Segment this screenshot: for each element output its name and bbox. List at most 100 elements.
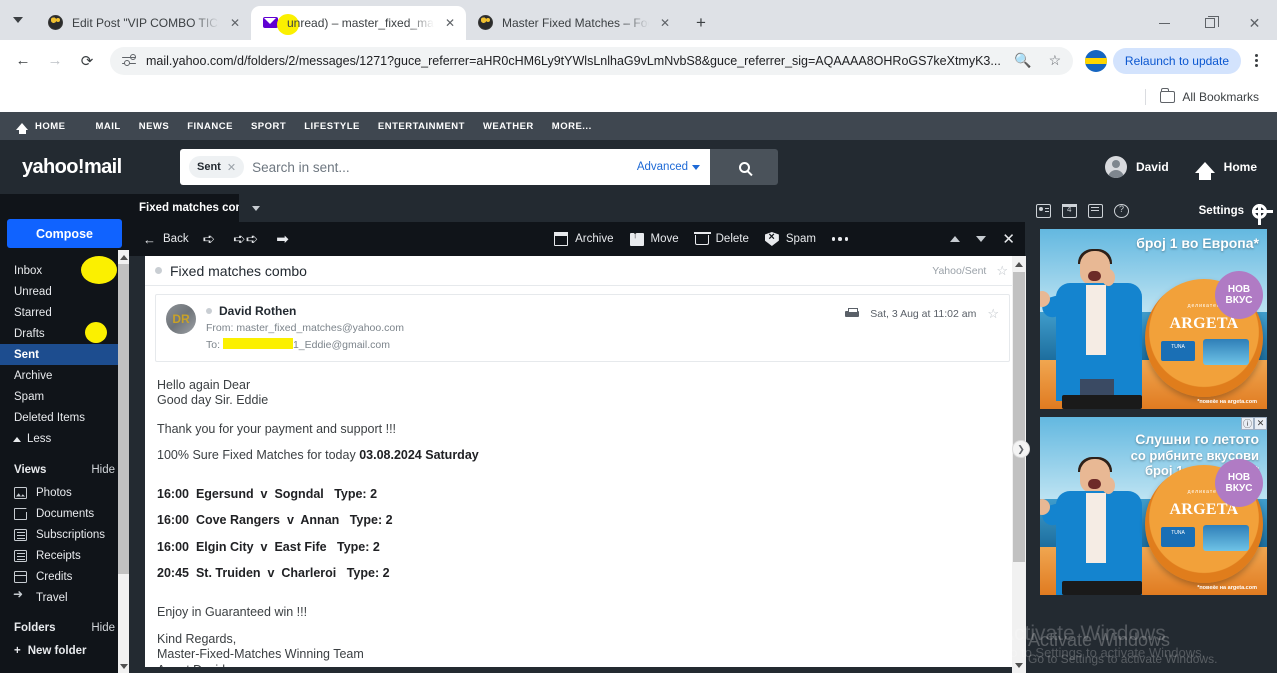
nav-item-home[interactable]: HOME (35, 121, 96, 132)
advertisement-2[interactable]: ⓘ ✕ Слушни го летото со рибните вкусови … (1040, 417, 1267, 595)
forward-button[interactable]: → (40, 46, 70, 76)
back-button[interactable]: ← Back (143, 232, 189, 247)
maximize-button[interactable] (1187, 6, 1232, 40)
nav-item-mail[interactable]: MAIL (96, 121, 139, 146)
nav-item-news[interactable]: NEWS (139, 121, 188, 132)
compose-button[interactable]: Compose (7, 219, 122, 248)
settings-button[interactable]: Settings (1199, 203, 1273, 225)
nav-item-finance[interactable]: FINANCE (187, 121, 251, 132)
move-label: Move (650, 233, 679, 245)
more-options-button[interactable] (831, 237, 849, 241)
bookmark-star-icon[interactable]: ☆ (1043, 49, 1067, 73)
sidebar-item-unread[interactable]: Unread (0, 281, 129, 302)
new-folder-button[interactable]: + New folder (0, 640, 129, 662)
close-window-button[interactable]: ✕ (1232, 6, 1277, 40)
reload-button[interactable]: ⟳ (72, 46, 102, 76)
star-icon[interactable]: ☆ (987, 306, 999, 322)
search-scope-chip[interactable]: Sent ✕ (189, 156, 245, 178)
browser-tab-3[interactable]: Master Fixed Matches – Footba ✕ (466, 6, 681, 40)
close-icon[interactable]: ✕ (227, 161, 236, 174)
search-input[interactable]: Sent ✕ Search in sent... Advanced (180, 149, 710, 185)
scroll-up-icon[interactable] (118, 250, 129, 264)
nav-item-entertainment[interactable]: ENTERTAINMENT (378, 121, 483, 132)
sidebar-item-drafts[interactable]: Drafts (0, 322, 129, 344)
reply-all-button[interactable]: ➪➪ (233, 230, 258, 248)
scroll-up-icon[interactable] (1012, 256, 1026, 272)
previous-message-button[interactable] (950, 236, 961, 242)
sidebar-item-archive[interactable]: Archive (0, 365, 129, 386)
star-icon[interactable]: ☆ (996, 263, 1008, 279)
folder-label: Drafts (14, 327, 45, 340)
folders-hide-button[interactable]: Hide (91, 622, 115, 634)
back-button[interactable]: ← (8, 46, 38, 76)
scrollbar-thumb[interactable] (118, 264, 129, 574)
spam-button[interactable]: Spam (764, 232, 816, 246)
new-tab-button[interactable]: + (687, 9, 715, 37)
minimize-button[interactable] (1142, 6, 1187, 40)
archive-button[interactable]: Archive (553, 232, 614, 246)
help-icon[interactable] (1114, 204, 1129, 218)
sidebar-scrollbar[interactable] (118, 250, 129, 673)
relaunch-to-update-button[interactable]: Relaunch to update (1112, 47, 1241, 74)
scroll-down-icon[interactable] (1012, 657, 1026, 673)
sidebar-item-deleted-items[interactable]: Deleted Items (0, 407, 129, 428)
sidebar-less-toggle[interactable]: Less (0, 428, 129, 450)
sidebar-item-travel[interactable]: Travel (0, 587, 129, 608)
sidebar-item-documents[interactable]: Documents (0, 503, 129, 524)
browser-menu-button[interactable] (1243, 48, 1269, 74)
delete-button[interactable]: Delete (693, 232, 749, 245)
reply-button[interactable]: ➪ (203, 230, 216, 248)
match-home: Cove Rangers (195, 513, 280, 527)
search-icon[interactable]: 🔍 (1011, 49, 1035, 73)
scrollbar-thumb[interactable] (1013, 272, 1025, 562)
message-tab[interactable]: Fixed matches combo (129, 194, 239, 222)
close-icon[interactable]: ✕ (657, 15, 673, 31)
search-button[interactable] (710, 149, 778, 185)
close-icon[interactable]: ✕ (227, 15, 243, 31)
home-button[interactable]: Home (1194, 160, 1257, 180)
ad-info-icon[interactable]: ⓘ (1241, 417, 1254, 430)
all-bookmarks-button[interactable]: All Bookmarks (1154, 87, 1265, 107)
address-bar[interactable]: mail.yahoo.com/d/folders/2/messages/1271… (110, 46, 1073, 75)
read-status-dot[interactable] (206, 308, 212, 314)
sidebar-item-photos[interactable]: Photos (0, 482, 129, 503)
yahoo-mail-logo[interactable]: yahoo!mail (22, 156, 142, 179)
ad-choices-controls[interactable]: ⓘ ✕ (1241, 417, 1267, 430)
close-message-button[interactable]: ✕ (1002, 230, 1015, 248)
user-profile-button[interactable]: David (1104, 156, 1169, 178)
sidebar-item-subscriptions[interactable]: Subscriptions (0, 524, 129, 545)
views-hide-button[interactable]: Hide (91, 464, 115, 476)
tab-search-button[interactable] (0, 0, 36, 40)
profile-avatar[interactable] (1084, 49, 1107, 72)
next-message-button[interactable] (976, 236, 987, 242)
scroll-down-icon[interactable] (118, 659, 129, 673)
sidebar-item-starred[interactable]: Starred (0, 302, 129, 323)
advanced-search-button[interactable]: Advanced (637, 161, 700, 173)
sidebar-item-credits[interactable]: Credits (0, 566, 129, 587)
sidebar-item-spam[interactable]: Spam (0, 386, 129, 407)
contacts-icon[interactable] (1036, 204, 1051, 218)
advertisement-1[interactable]: број 1 во Европа* деликатес ARGETA TUNA … (1040, 229, 1267, 409)
sidebar-item-receipts[interactable]: Receipts (0, 545, 129, 566)
site-settings-icon[interactable] (122, 53, 138, 69)
expand-pane-handle[interactable]: ❯ (1012, 440, 1030, 458)
nav-item-lifestyle[interactable]: LIFESTYLE (304, 121, 378, 132)
browser-tab-1[interactable]: Edit Post "VIP COMBO TICKET" ✕ (36, 6, 251, 40)
sidebar-item-inbox[interactable]: Inbox (0, 256, 129, 284)
nav-item-sport[interactable]: SPORT (251, 121, 304, 132)
calendar-icon[interactable] (1061, 203, 1077, 218)
move-button[interactable]: Move (629, 230, 679, 246)
nav-item-weather[interactable]: WEATHER (483, 121, 552, 132)
browser-tab-2[interactable]: unread) – master_fixed_match ✕ (251, 6, 466, 40)
sidebar-item-sent[interactable]: Sent (0, 344, 129, 365)
reading-pane-scrollbar[interactable] (1012, 256, 1026, 673)
print-icon[interactable] (845, 308, 860, 320)
close-icon[interactable]: ✕ (442, 15, 458, 31)
notepad-icon[interactable] (1088, 204, 1103, 218)
close-ad-icon[interactable]: ✕ (1254, 417, 1267, 430)
forward-button[interactable]: ➡ (276, 230, 289, 248)
read-status-dot[interactable] (155, 267, 162, 274)
ad-badge-line1: НОВ (1227, 472, 1251, 483)
nav-item-more[interactable]: MORE... (552, 121, 610, 132)
message-tab-menu-button[interactable] (239, 194, 273, 222)
